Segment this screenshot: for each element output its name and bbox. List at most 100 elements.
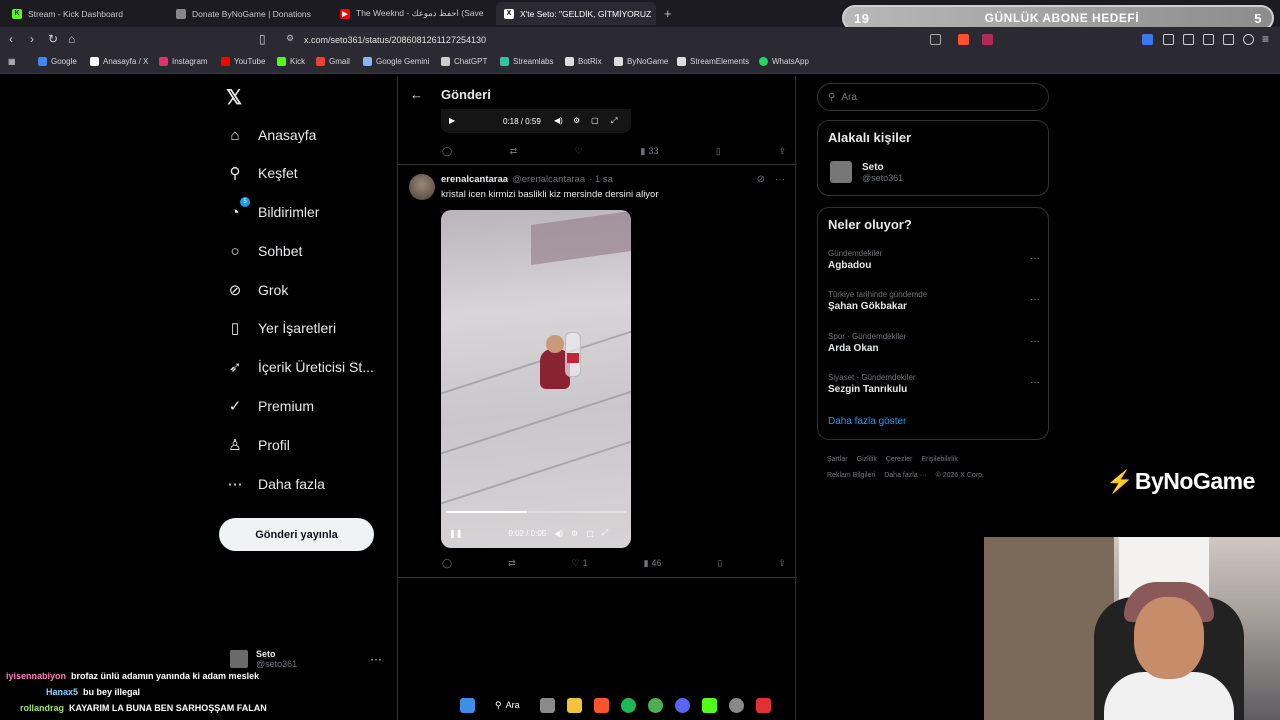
- more-icon[interactable]: ···: [1030, 253, 1040, 264]
- bookmark-google[interactable]: Google: [38, 57, 77, 66]
- nav-premium[interactable]: ✓ Premium: [226, 391, 314, 421]
- more-icon[interactable]: ···: [370, 652, 382, 666]
- settings-icon[interactable]: ⚙: [571, 529, 578, 538]
- views-stat[interactable]: ▮ 46: [644, 558, 662, 569]
- trend-item[interactable]: Türkiye tarihinde gündemde Şahan Gökbaka…: [828, 290, 1040, 312]
- volume-icon[interactable]: ◀): [554, 116, 563, 125]
- bookmark-icon[interactable]: ▯: [716, 146, 721, 157]
- brave-icon[interactable]: [593, 697, 609, 713]
- share-icon[interactable]: ⇪: [778, 558, 786, 569]
- bookmark-whatsapp[interactable]: WhatsApp: [759, 57, 809, 66]
- nav-chat[interactable]: ○ Sohbet: [226, 236, 302, 266]
- forward-icon[interactable]: ›: [30, 32, 34, 46]
- pip-icon[interactable]: ▢: [591, 116, 599, 125]
- retweet-icon[interactable]: ⇄: [508, 558, 516, 569]
- sidebar-icon[interactable]: [1203, 34, 1214, 45]
- bookmark-page-icon[interactable]: ▯: [259, 32, 266, 46]
- brave-rewards-icon[interactable]: [982, 34, 993, 45]
- reload-icon[interactable]: ↻: [48, 32, 58, 46]
- discord-icon[interactable]: [674, 697, 690, 713]
- video-progress-bar[interactable]: [446, 511, 626, 513]
- chrome-icon[interactable]: [647, 697, 663, 713]
- more-icon[interactable]: ···: [1030, 377, 1040, 388]
- windows-start-icon[interactable]: [460, 697, 475, 713]
- settings-icon[interactable]: ⚙: [573, 116, 580, 125]
- nav-profile[interactable]: ♙ Profil: [226, 430, 290, 460]
- bookmark-streamlabs[interactable]: Streamlabs: [500, 57, 553, 66]
- nav-creator-studio[interactable]: ➶ İçerik Üreticisi St...: [226, 352, 374, 382]
- music-icon[interactable]: [1183, 34, 1194, 45]
- obs-icon[interactable]: [728, 697, 744, 713]
- tab-x-post[interactable]: X X'te Seto: "GELDİK, GİTMİYORUZ ✕: [496, 2, 656, 25]
- pip-icon[interactable]: ▢: [586, 529, 594, 538]
- nav-bookmarks[interactable]: ▯ Yer İşaretleri: [226, 313, 336, 343]
- back-arrow-icon[interactable]: ←: [410, 87, 423, 102]
- bookmark-gmail[interactable]: Gmail: [316, 57, 350, 66]
- tab-kick-dashboard[interactable]: K Stream - Kick Dashboard: [4, 2, 168, 25]
- search-input[interactable]: ⚲ Ara: [817, 83, 1049, 111]
- bookmark-bynogame[interactable]: ByNoGame: [614, 57, 668, 66]
- footer-link[interactable]: Şartlar: [827, 456, 848, 463]
- tweet-time[interactable]: · 1 sa: [589, 174, 613, 185]
- footer-link[interactable]: Çerezler: [886, 456, 912, 463]
- trend-item[interactable]: Spor · Gündemdekiler Arda Okan ···: [828, 332, 1040, 354]
- bookmark-chatgpt[interactable]: ChatGPT: [441, 57, 487, 66]
- taskbar-search[interactable]: ⚲ Ara: [487, 696, 528, 714]
- volume-icon[interactable]: ◀): [554, 529, 563, 538]
- bookmark-streamelements[interactable]: StreamElements: [677, 57, 749, 66]
- tab-youtube[interactable]: ▶ The Weeknd - احفظ دموعك (Save: [332, 2, 496, 25]
- fullscreen-icon[interactable]: ⤢: [611, 116, 617, 126]
- more-icon[interactable]: ···: [775, 174, 785, 185]
- bookmark-icon[interactable]: ▯: [718, 558, 723, 569]
- retweet-icon[interactable]: ⇄: [510, 146, 518, 157]
- avatar[interactable]: [409, 174, 435, 200]
- like-icon[interactable]: ♡: [575, 146, 583, 157]
- home-browser-icon[interactable]: ⌂: [68, 32, 75, 46]
- new-tab-icon[interactable]: +: [664, 6, 672, 21]
- grok-icon[interactable]: ⊘: [757, 174, 765, 185]
- footer-link[interactable]: Reklam Bilgileri: [827, 472, 875, 479]
- like-stat[interactable]: ♡ 1: [572, 558, 588, 569]
- trend-item[interactable]: Siyaset · Gündemdekiler Sezgin Tanrıkulu…: [828, 373, 1040, 395]
- play-icon[interactable]: ▶: [449, 116, 455, 125]
- more-icon[interactable]: ···: [1030, 294, 1040, 305]
- menu-icon[interactable]: ≡: [1262, 32, 1269, 46]
- vpn-icon[interactable]: [1243, 34, 1254, 45]
- bookmark-x[interactable]: Anasayfa / X: [90, 57, 148, 66]
- extension-icon[interactable]: [1163, 34, 1174, 45]
- back-icon[interactable]: ‹: [9, 32, 13, 46]
- nav-notifications[interactable]: ◔ 5 Bildirimler: [226, 197, 319, 227]
- tweet-author-handle[interactable]: @erenalcantaraa: [512, 174, 585, 185]
- footer-link[interactable]: Gizlilik: [857, 456, 877, 463]
- tweet-author-name[interactable]: erenalcantaraa: [441, 174, 508, 185]
- x-logo-icon[interactable]: 𝕏: [226, 85, 246, 109]
- bookmark-kick[interactable]: Kick: [277, 57, 305, 66]
- tweet-video[interactable]: ☝ ❚❚ 0:02 / 0:05 ◀) ⚙ ▢ ⤢: [441, 210, 631, 548]
- bookmark-instagram[interactable]: Instagram: [159, 57, 208, 66]
- related-person[interactable]: Seto @seto361: [830, 161, 903, 183]
- bookmark-youtube[interactable]: YouTube: [221, 57, 265, 66]
- trend-item[interactable]: Gündemdekiler Agbadou ···: [828, 249, 1040, 271]
- reply-icon[interactable]: ◯: [442, 558, 452, 569]
- fullscreen-icon[interactable]: ⤢: [602, 528, 608, 538]
- file-explorer-icon[interactable]: [566, 697, 582, 713]
- bookmark-botrix[interactable]: BotRix: [565, 57, 602, 66]
- leo-ai-icon[interactable]: [1223, 34, 1234, 45]
- nav-more[interactable]: ⋯ Daha fazla: [226, 469, 325, 499]
- extension-icon[interactable]: [1142, 34, 1153, 45]
- views-stat[interactable]: ▮ 33: [640, 146, 658, 157]
- bookmark-gemini[interactable]: Google Gemini: [363, 57, 429, 66]
- screenshot-icon[interactable]: [930, 34, 941, 45]
- site-info-icon[interactable]: ⚙: [286, 33, 294, 44]
- spotify-icon[interactable]: [620, 697, 636, 713]
- kick-icon[interactable]: [701, 697, 717, 713]
- more-icon[interactable]: ···: [1030, 336, 1040, 347]
- task-view-icon[interactable]: [539, 697, 555, 713]
- share-icon[interactable]: ⇪: [778, 146, 786, 157]
- nav-home[interactable]: ⌂ Anasayfa: [226, 120, 316, 150]
- nav-explore[interactable]: ⚲ Keşfet: [226, 158, 298, 188]
- app-icon[interactable]: [755, 697, 771, 713]
- address-bar[interactable]: ⚙ x.com/seto361/status/20860812611272541…: [276, 30, 996, 49]
- show-more-link[interactable]: Daha fazla göster: [828, 416, 906, 427]
- footer-link[interactable]: Erişilebilirlik: [921, 456, 958, 463]
